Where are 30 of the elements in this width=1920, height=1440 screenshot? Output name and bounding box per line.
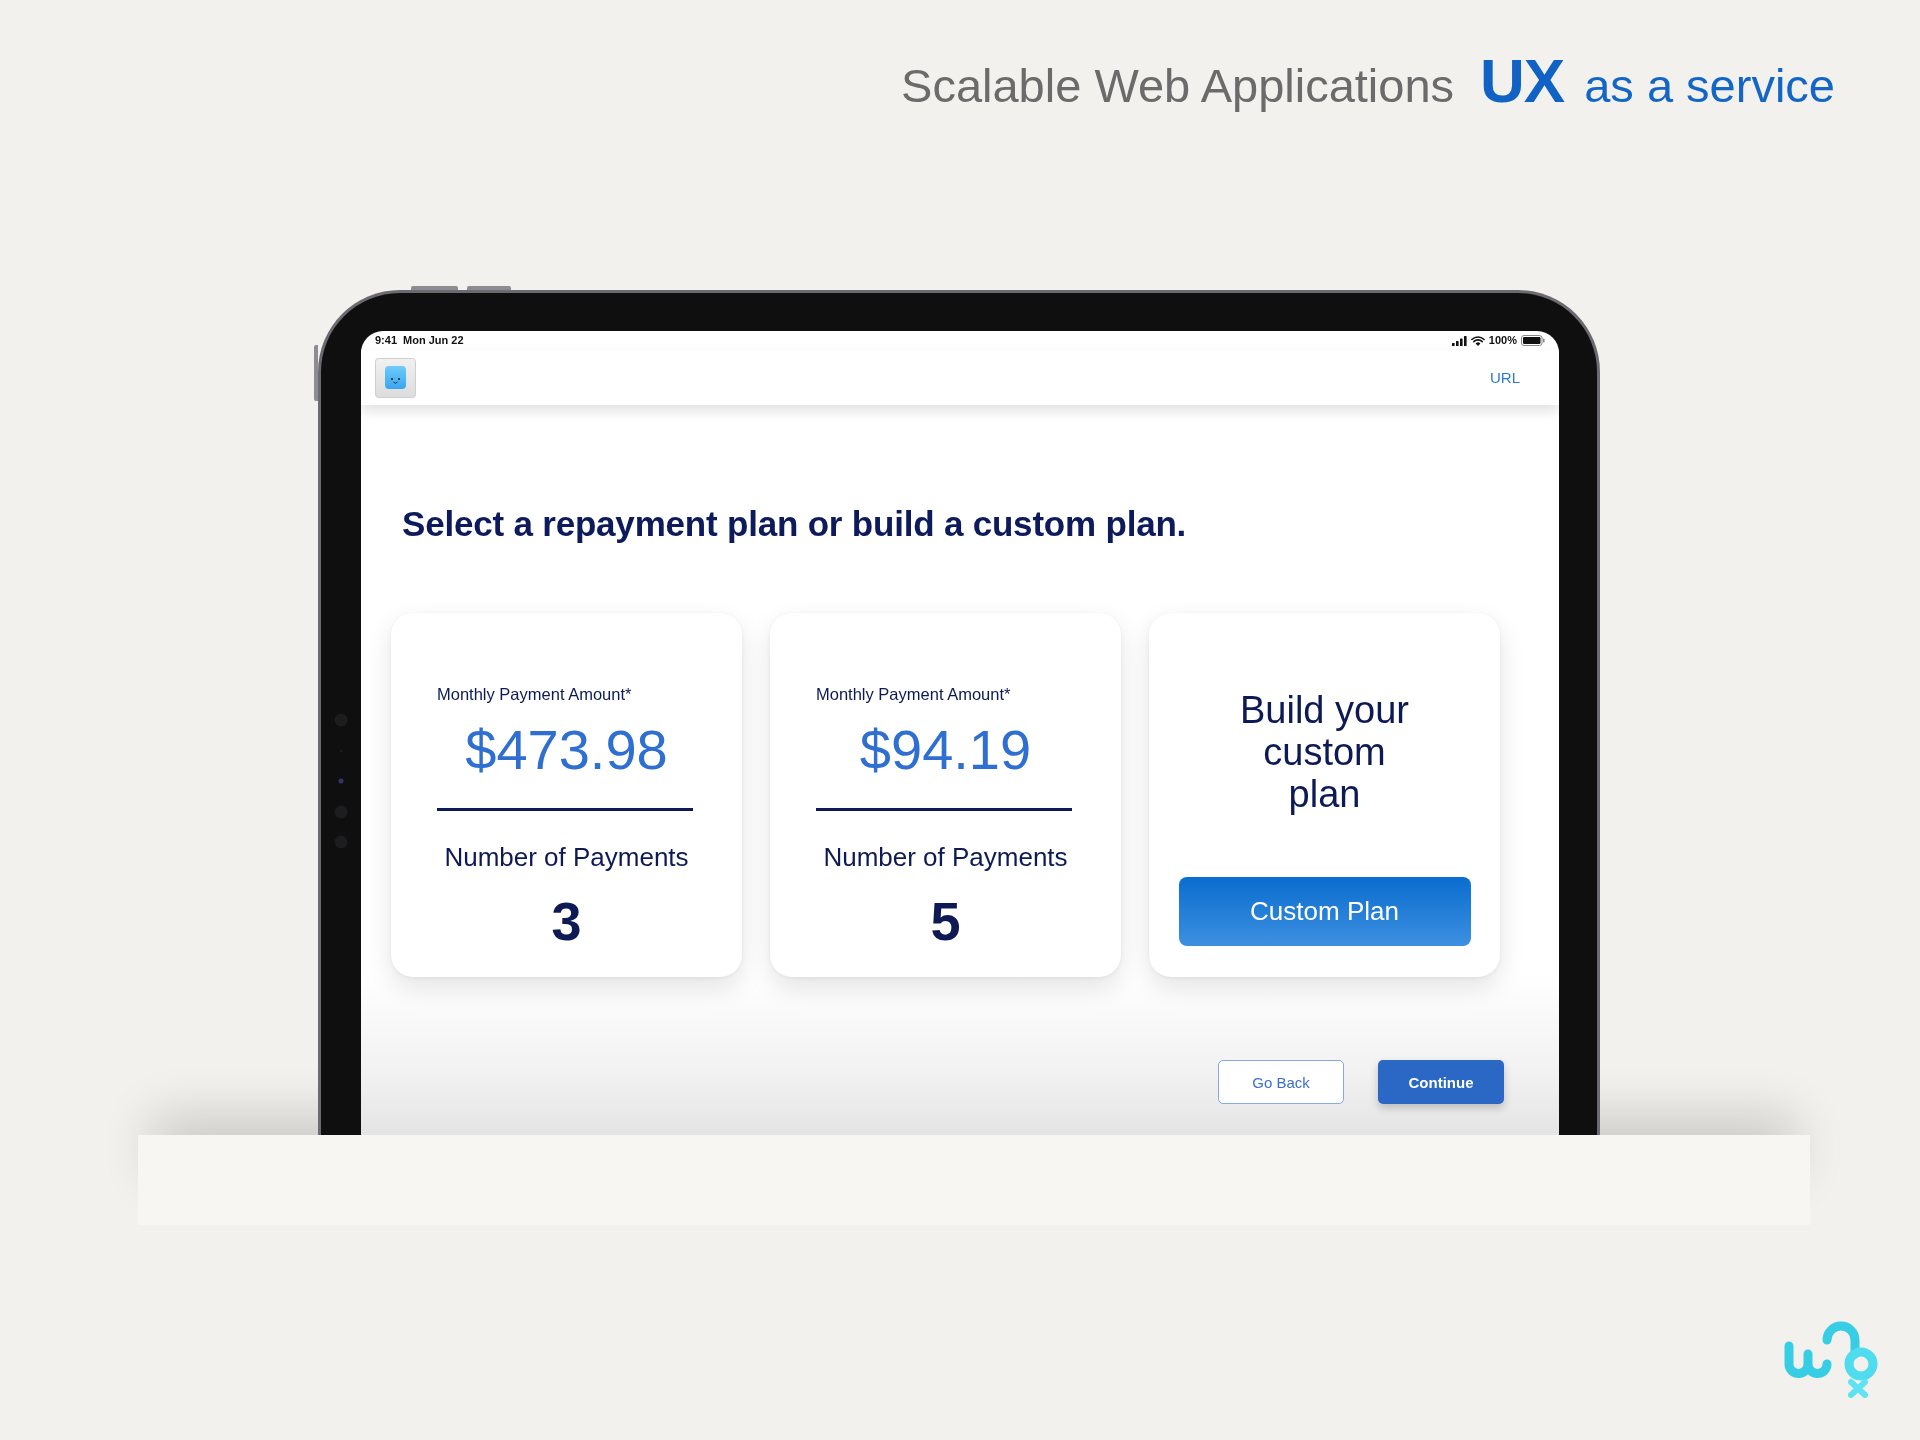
payments-label: Number of Payments [444, 841, 689, 873]
tablet-edge-ridge [411, 286, 458, 290]
wifi-icon [1470, 335, 1485, 346]
header-tagline: as a service [1584, 60, 1835, 112]
signal-icon [1451, 335, 1467, 346]
page-heading: Select a repayment plan or build a custom plan. [402, 503, 1187, 545]
back-button[interactable]: Go Back [1218, 1060, 1344, 1104]
payment-amount: $473.98 [465, 718, 668, 782]
tablet-edge-ridge [314, 345, 318, 401]
url-link[interactable]: URL [1490, 369, 1520, 386]
payment-amount: $94.19 [859, 718, 1032, 782]
status-time: 9:41 [375, 334, 398, 347]
payments-count: 3 [551, 891, 582, 951]
battery-icon [1521, 335, 1545, 346]
payments-label: Number of Payments [823, 841, 1068, 873]
plan-card[interactable]: Monthly Payment Amount* $473.98 Number of Payments 3 [391, 613, 742, 977]
plan-card[interactable]: Monthly Payment Amount* $94.19 Number of Payments 5 [770, 613, 1121, 977]
custom-plan-button[interactable]: Custom Plan [1178, 877, 1471, 946]
status-date: Mon Jun 22 [403, 334, 464, 347]
custom-plan-title: Build your custom plan [1239, 689, 1410, 815]
amount-label: Monthly Payment Amount* [437, 684, 632, 704]
sensor-dots-icon [334, 713, 348, 849]
header-title: Scalable Web Applications [901, 60, 1455, 112]
app-logo-icon [375, 357, 416, 398]
tablet-edge-ridge [467, 286, 511, 290]
ux-logo-text: UX [1480, 50, 1565, 112]
payments-count: 5 [930, 891, 961, 951]
battery-percent: 100% [1488, 334, 1517, 347]
amount-label: Monthly Payment Amount* [816, 684, 1011, 704]
continue-button[interactable]: Continue [1378, 1060, 1504, 1104]
